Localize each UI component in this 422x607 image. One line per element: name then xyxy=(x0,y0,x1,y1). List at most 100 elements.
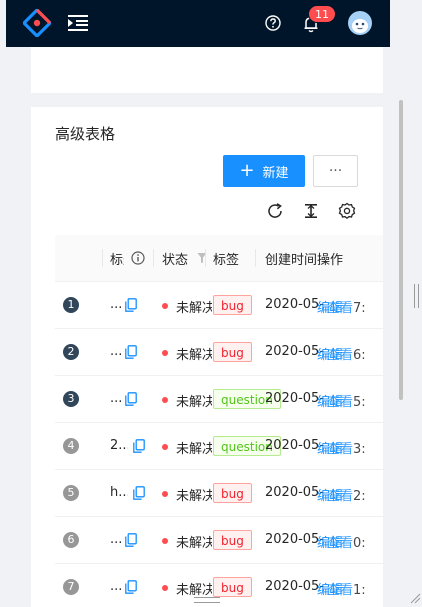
created-at-time-tail: 5: xyxy=(353,395,366,410)
status-text: 未解决 xyxy=(176,395,212,410)
resize-grip-icon[interactable] xyxy=(409,592,421,604)
tag-bug: bug xyxy=(213,577,252,597)
splitter-handle[interactable] xyxy=(414,284,419,308)
created-at-date-text: 2020-05- xyxy=(265,579,325,594)
table-row: 6... 未解决 bug 2020-05- 编辑 查看0: xyxy=(55,517,383,564)
view-link[interactable]: 查看6: xyxy=(327,344,366,363)
status-dot xyxy=(162,444,168,450)
status-text: 未解决 xyxy=(176,583,212,598)
tag-bug: bug xyxy=(213,295,252,315)
info-circle-icon[interactable] xyxy=(131,251,145,265)
issue-title-link[interactable]: ... xyxy=(110,297,124,312)
status-dot xyxy=(162,303,168,309)
more-button[interactable]: ··· xyxy=(313,155,358,187)
created-at-date-text: 2020-05- xyxy=(265,297,325,312)
issue-title-link[interactable]: h... xyxy=(110,485,128,500)
column-height-icon[interactable] xyxy=(302,202,320,220)
plus-icon: + xyxy=(239,160,255,181)
notification-count-badge: 11 xyxy=(308,5,336,23)
row-index-badge: 5 xyxy=(63,485,79,501)
view-link[interactable]: 查看2: xyxy=(327,485,366,504)
issue-title-link[interactable]: ... xyxy=(110,344,124,359)
copy-icon[interactable] xyxy=(125,580,137,594)
column-created-at[interactable]: 创建时间 xyxy=(265,249,317,268)
vertical-scrollbar[interactable] xyxy=(399,100,403,400)
created-at-date: 2020-05- xyxy=(265,579,324,594)
status-text: 未解决 xyxy=(176,536,212,551)
copy-icon[interactable] xyxy=(125,298,137,312)
logo-icon[interactable] xyxy=(23,9,51,37)
reload-icon[interactable] xyxy=(266,202,284,220)
avatar-image xyxy=(352,19,368,33)
view-link-label: 查看 xyxy=(327,489,354,504)
row-index-badge: 7 xyxy=(63,579,79,595)
view-link[interactable]: 查看7: xyxy=(327,297,366,316)
copy-icon[interactable] xyxy=(125,392,137,406)
more-button-label: ··· xyxy=(328,163,343,179)
row-index-badge: 2 xyxy=(63,344,79,360)
copy-icon[interactable] xyxy=(133,439,145,453)
column-status[interactable]: 状态 xyxy=(162,249,188,268)
created-at-date: 2020-05- xyxy=(265,532,324,547)
table-row: 2... 未解决 bug 2020-05- 编辑 查看6: xyxy=(55,329,383,376)
created-at-date-text: 2020-05- xyxy=(265,344,325,359)
tag-bug: bug xyxy=(213,483,252,503)
bottom-resize-handle[interactable] xyxy=(194,597,220,603)
copy-icon[interactable] xyxy=(125,533,137,547)
created-at-date: 2020-05- xyxy=(265,344,324,359)
status-dot xyxy=(162,397,168,403)
view-link[interactable]: 查看0: xyxy=(327,532,366,551)
question-circle-icon[interactable] xyxy=(265,15,281,31)
advanced-table-card: 高级表格 + 新建 ··· 标题 状态 标签 xyxy=(31,107,383,607)
created-at-time-tail: 6: xyxy=(353,348,366,363)
status-text: 未解决 xyxy=(176,489,212,504)
tag-bug: bug xyxy=(213,342,252,362)
created-at-date: 2020-05- xyxy=(265,391,324,406)
column-divider xyxy=(102,249,103,267)
copy-icon[interactable] xyxy=(133,486,145,500)
avatar[interactable] xyxy=(348,11,372,35)
card-title: 高级表格 xyxy=(55,125,116,143)
created-at-date: 2020-05- xyxy=(265,438,324,453)
status-dot xyxy=(162,538,168,544)
created-at-date-text: 2020-05- xyxy=(265,532,325,547)
status-dot xyxy=(162,585,168,591)
view-link-label: 查看 xyxy=(327,583,354,598)
created-at-time-tail: 7: xyxy=(353,301,366,316)
column-divider xyxy=(255,249,256,267)
column-actions: 操作 xyxy=(317,253,344,268)
issue-title-link[interactable]: ... xyxy=(110,579,124,594)
view-link[interactable]: 查看1: xyxy=(327,579,366,598)
created-at-date-text: 2020-05- xyxy=(265,485,325,500)
issue-title-link[interactable]: 2... xyxy=(110,438,128,453)
view-link-label: 查看 xyxy=(327,301,354,316)
table-row: 3... 未解决 question 2020-05- 编辑 查看5: xyxy=(55,376,383,423)
issue-title-link[interactable]: ... xyxy=(110,532,124,547)
menu-fold-icon[interactable] xyxy=(68,14,88,32)
copy-icon[interactable] xyxy=(125,345,137,359)
status-dot xyxy=(162,491,168,497)
issue-title-link[interactable]: ... xyxy=(110,391,124,406)
view-link-label: 查看 xyxy=(327,348,354,363)
table-row: 1... 未解决 bug 2020-05- 编辑 查看7: xyxy=(55,282,383,329)
table-row: 42...未解决question2020-05-编辑查看3: xyxy=(55,423,383,470)
status-dot xyxy=(162,350,168,356)
column-divider xyxy=(153,249,154,267)
table-row: 5h...未解决bug2020-05-编辑查看2: xyxy=(55,470,383,517)
new-button[interactable]: + 新建 xyxy=(223,155,305,187)
column-divider xyxy=(205,249,206,267)
created-at-time-tail: 1: xyxy=(353,583,366,598)
created-at-date: 2020-05- xyxy=(265,297,324,312)
created-at-time-tail: 3: xyxy=(353,442,366,457)
view-link-label: 查看 xyxy=(327,395,354,410)
column-title[interactable]: 标题 xyxy=(110,249,124,268)
row-index-badge: 1 xyxy=(63,297,79,313)
view-link-label: 查看 xyxy=(327,536,354,551)
column-tags: 标签 xyxy=(213,253,240,268)
new-button-label: 新建 xyxy=(262,165,289,181)
view-link[interactable]: 查看3: xyxy=(327,438,366,457)
view-link[interactable]: 查看5: xyxy=(327,391,366,410)
status-text: 未解决 xyxy=(176,442,212,457)
table-header: 标题 状态 标签 创建时间 操作 xyxy=(55,235,383,282)
setting-icon[interactable] xyxy=(338,202,356,220)
